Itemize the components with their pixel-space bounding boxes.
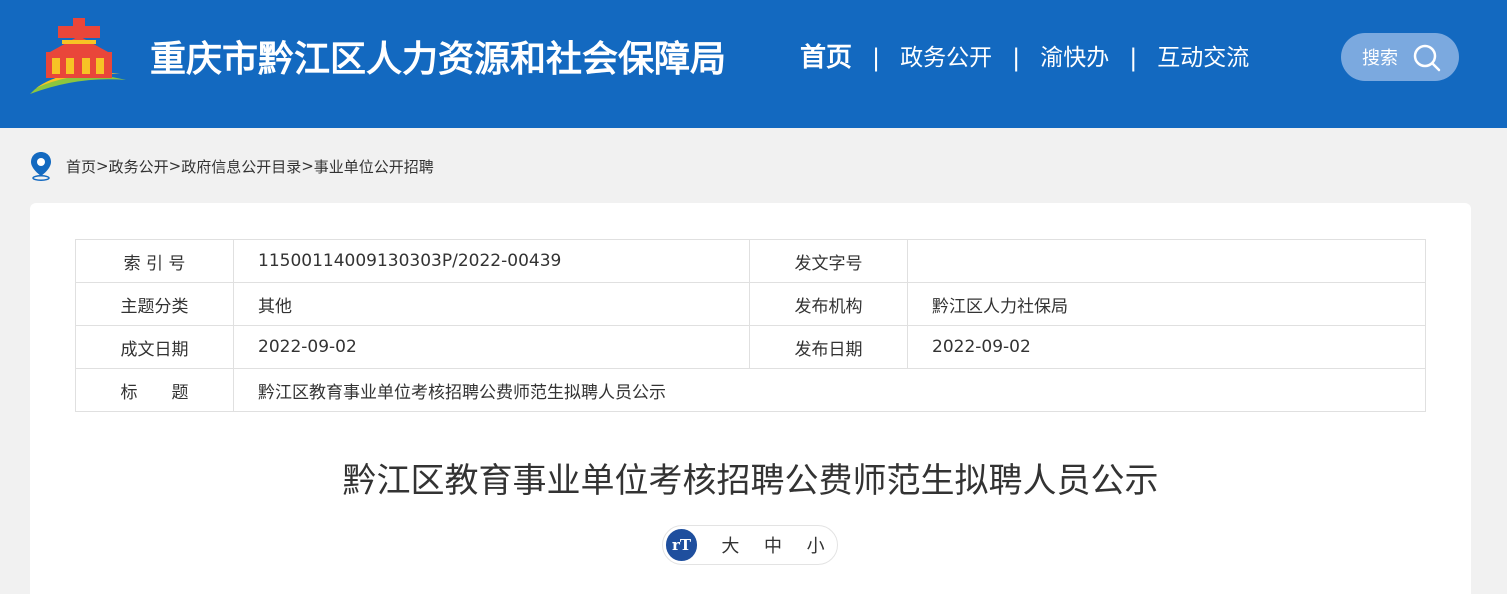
nav-separator: | [872, 44, 881, 72]
topic-value: 其他 [233, 282, 750, 326]
font-size-small[interactable]: 小 [794, 532, 837, 558]
table-row: 标 题 黔江区教育事业单位考核招聘公费师范生拟聘人员公示 [75, 368, 1426, 412]
publish-date-label: 发布日期 [749, 325, 908, 369]
breadcrumb-government-affairs[interactable]: 政务公开 [109, 156, 169, 177]
publisher-label: 发布机构 [749, 282, 908, 326]
index-value: 11500114009130303P/2022-00439 [233, 239, 750, 283]
breadcrumb-separator: > [96, 157, 109, 175]
search-label: 搜索 [1362, 48, 1398, 69]
nav-interaction[interactable]: 互动交流 [1157, 38, 1249, 78]
font-size-icon: rT [666, 529, 698, 561]
nav-government-affairs[interactable]: 政务公开 [900, 38, 992, 78]
doc-no-value [907, 239, 1426, 283]
breadcrumb-separator: > [168, 157, 182, 175]
article-card: 索 引 号 11500114009130303P/2022-00439 发文字号… [30, 203, 1471, 594]
publisher-value: 黔江区人力社保局 [907, 282, 1426, 326]
written-date-value: 2022-09-02 [233, 325, 750, 369]
breadcrumb-info-catalog[interactable]: 政府信息公开目录 [181, 156, 301, 177]
written-date-label: 成文日期 [75, 325, 234, 369]
site-header: 重庆市黔江区人力资源和社会保障局 首页 | 政务公开 | 渝快办 | 互动交流 … [0, 0, 1507, 128]
nav-separator: | [1129, 44, 1138, 72]
index-label: 索 引 号 [75, 239, 234, 283]
font-size-large[interactable]: 大 [709, 532, 752, 558]
location-pin-icon [31, 152, 51, 181]
table-row: 索 引 号 11500114009130303P/2022-00439 发文字号 [75, 239, 1426, 283]
publish-date-value: 2022-09-02 [907, 325, 1426, 369]
site-title[interactable]: 重庆市黔江区人力资源和社会保障局 [150, 34, 726, 86]
metadata-table: 索 引 号 11500114009130303P/2022-00439 发文字号… [75, 239, 1426, 412]
title-value: 黔江区教育事业单位考核招聘公费师范生拟聘人员公示 [233, 368, 1426, 412]
search-icon [1413, 44, 1441, 72]
nav-separator: | [1012, 44, 1021, 72]
breadcrumb-separator: > [301, 157, 314, 175]
search-button[interactable]: 搜索 [1341, 33, 1459, 81]
site-logo-icon[interactable] [28, 18, 128, 96]
title-label: 标 题 [75, 368, 234, 412]
main-nav: 首页 | 政务公开 | 渝快办 | 互动交流 [800, 38, 1249, 78]
topic-label: 主题分类 [75, 282, 234, 326]
article-title: 黔江区教育事业单位考核招聘公费师范生拟聘人员公示 [342, 461, 1159, 501]
table-row: 主题分类 其他 发布机构 黔江区人力社保局 [75, 282, 1426, 326]
breadcrumb: 首页 > 政务公开 > 政府信息公开目录 > 事业单位公开招聘 [30, 150, 434, 182]
font-size-medium[interactable]: 中 [752, 532, 795, 558]
doc-no-label: 发文字号 [749, 239, 908, 283]
breadcrumb-home[interactable]: 首页 [66, 156, 96, 177]
breadcrumb-recruitment[interactable]: 事业单位公开招聘 [314, 156, 434, 177]
table-row: 成文日期 2022-09-02 发布日期 2022-09-02 [75, 325, 1426, 369]
nav-home[interactable]: 首页 [800, 38, 852, 78]
nav-yukuaiban[interactable]: 渝快办 [1040, 38, 1109, 78]
font-size-switcher: rT 大 中 小 [662, 525, 838, 565]
